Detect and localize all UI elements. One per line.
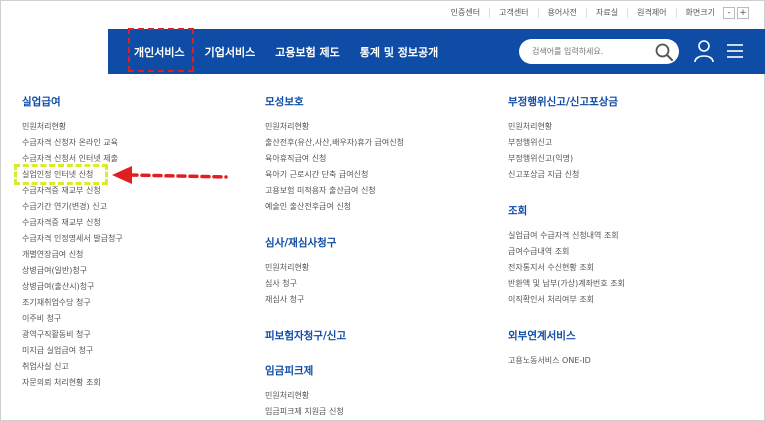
menu-item[interactable]: 신고포상금 지급 신청: [508, 167, 625, 183]
zoom-out-button[interactable]: -: [723, 7, 735, 19]
util-link-archive[interactable]: 자료실: [587, 8, 629, 18]
menu-item[interactable]: 출산전후(유산,사산,배우자)휴가 급여신청: [265, 135, 404, 151]
menu-item[interactable]: 이주비 청구: [22, 311, 123, 327]
menu-item[interactable]: 수급자격증 재교부 신청: [22, 183, 123, 199]
menu-item[interactable]: 고용노동서비스 ONE-ID: [508, 353, 625, 369]
menu-item[interactable]: 민원처리현황: [265, 119, 404, 135]
menu-item[interactable]: 수급자격 인정명세서 발급청구: [22, 231, 123, 247]
menu-item[interactable]: 반환액 및 납부(가상)계좌번호 조회: [508, 276, 625, 292]
menu-heading[interactable]: 외부연계서비스: [508, 328, 625, 343]
menu-item[interactable]: 급여수급내역 조회: [508, 244, 625, 260]
menu-item[interactable]: 수급기간 연기(변경) 신고: [22, 199, 123, 215]
menu-item[interactable]: 임금피크제 지원금 신청: [265, 404, 404, 420]
hamburger-menu-icon[interactable]: [726, 42, 744, 60]
menu-list: 민원처리현황 부정행위신고 부정행위신고(익명) 신고포상금 지급 신청: [508, 119, 625, 183]
menu-column-unemployment: 실업급여 민원처리현황 수급자격 신청자 온라인 교육 수급자격 신청서 인터넷 제…: [22, 94, 123, 391]
menu-item[interactable]: 상병급여(출산시)청구: [22, 279, 123, 295]
util-link-remote[interactable]: 원격제어: [628, 8, 677, 18]
menu-list: 민원처리현황 출산전후(유산,사산,배우자)휴가 급여신청 육아휴직급여 신청 육아기…: [265, 119, 404, 215]
menu-item[interactable]: 이직확인서 처리여부 조회: [508, 292, 625, 308]
menu-item[interactable]: 부정행위신고: [508, 135, 625, 151]
menu-heading[interactable]: 조회: [508, 203, 625, 218]
menu-item[interactable]: 자문의뢰 처리현황 조회: [22, 375, 123, 391]
menu-item[interactable]: 민원처리현황: [22, 119, 123, 135]
utility-bar: 인증센터 고객센터 용어사전 자료실 원격제어 화면크기 - +: [442, 5, 749, 21]
menu-list: 민원처리현황 심사 청구 재심사 청구: [265, 260, 404, 308]
nav-insurance-system[interactable]: 고용보험 제도: [275, 44, 340, 60]
menu-item[interactable]: 전자통지서 수신현황 조회: [508, 260, 625, 276]
search-icon[interactable]: [654, 42, 674, 62]
menu-item[interactable]: 민원처리현황: [265, 260, 404, 276]
menu-item[interactable]: 광역구직활동비 청구: [22, 327, 123, 343]
menu-heading[interactable]: 피보험자청구/신고: [265, 328, 404, 343]
menu-item[interactable]: 재심사 청구: [265, 292, 404, 308]
red-arrow-icon: [112, 166, 228, 184]
user-icon[interactable]: [693, 39, 715, 63]
search-box: [519, 39, 679, 64]
util-link-glossary[interactable]: 용어사전: [539, 8, 587, 18]
menu-item[interactable]: 미지급 실업급여 청구: [22, 343, 123, 359]
menu-list: 실업급여 수급자격 신청내역 조회 급여수급내역 조회 전자통지서 수신현황 조회 반…: [508, 228, 625, 308]
menu-list: 민원처리현황 임금피크제 지원금 신청: [265, 388, 404, 420]
menu-item[interactable]: 고용보험 미적용자 출산급여 신청: [265, 183, 404, 199]
menu-item[interactable]: 육아기 근로시간 단축 급여신청: [265, 167, 404, 183]
menu-item[interactable]: 예술인 출산전후급여 신청: [265, 199, 404, 215]
search-input[interactable]: [532, 44, 650, 59]
menu-list: 고용노동서비스 ONE-ID: [508, 353, 625, 369]
nav-business-services[interactable]: 기업서비스: [205, 44, 256, 60]
menu-item[interactable]: 민원처리현황: [265, 388, 404, 404]
menu-item[interactable]: 수급자격 신청자 온라인 교육: [22, 135, 123, 151]
menu-heading[interactable]: 모성보호: [265, 94, 404, 109]
menu-item[interactable]: 개별연장급여 신청: [22, 247, 123, 263]
menu-column-maternity: 모성보호 민원처리현황 출산전후(유산,사산,배우자)휴가 급여신청 육아휴직급여 신…: [265, 94, 404, 420]
menu-item[interactable]: 부정행위신고(익명): [508, 151, 625, 167]
red-highlight-box: [128, 28, 194, 72]
menu-heading[interactable]: 임금피크제: [265, 363, 404, 378]
util-label-zoom: 화면크기: [685, 8, 715, 17]
nav-statistics[interactable]: 통계 및 정보공개: [360, 44, 439, 60]
util-link-cert[interactable]: 인증센터: [442, 8, 491, 18]
yellow-highlight-box: [14, 164, 108, 185]
menu-heading[interactable]: 실업급여: [22, 94, 123, 109]
menu-item[interactable]: 수급자격증 재교부 신청: [22, 215, 123, 231]
menu-heading[interactable]: 부정행위신고/신고포상금: [508, 94, 625, 109]
zoom-in-button[interactable]: +: [737, 7, 749, 19]
menu-item[interactable]: 조기재취업수당 청구: [22, 295, 123, 311]
menu-item[interactable]: 심사 청구: [265, 276, 404, 292]
menu-item[interactable]: 상병급여(일반)청구: [22, 263, 123, 279]
menu-item[interactable]: 민원처리현황: [508, 119, 625, 135]
menu-column-fraud: 부정행위신고/신고포상금민원처리현황 부정행위신고 부정행위신고(익명) 신고포상금 …: [508, 94, 625, 369]
menu-item[interactable]: 육아휴직급여 신청: [265, 151, 404, 167]
menu-item[interactable]: 실업급여 수급자격 신청내역 조회: [508, 228, 625, 244]
util-link-support[interactable]: 고객센터: [490, 8, 539, 18]
menu-heading[interactable]: 심사/재심사청구: [265, 235, 404, 250]
menu-item[interactable]: 취업사실 신고: [22, 359, 123, 375]
